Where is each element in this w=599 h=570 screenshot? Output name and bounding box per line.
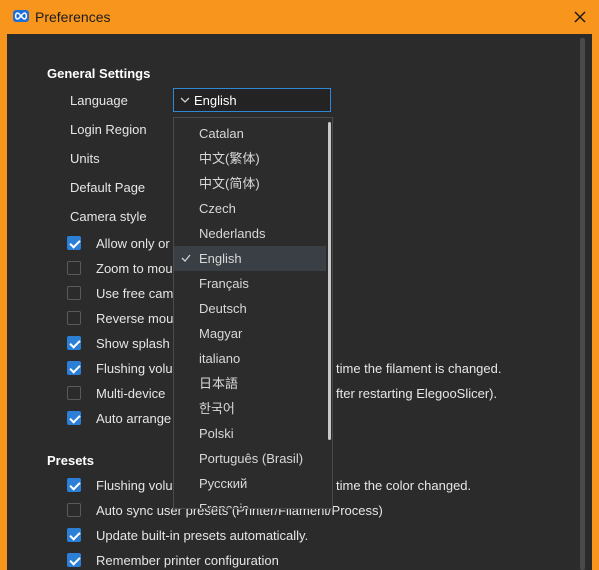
flushing-volume-color-label: Flushing volu xyxy=(96,478,173,493)
update-builtin-presets-label: Update built-in presets automatically. xyxy=(96,528,309,543)
dropdown-scrollbar-thumb[interactable] xyxy=(328,122,331,440)
checkmark-icon xyxy=(181,254,191,262)
default-page-label: Default Page xyxy=(70,180,146,195)
language-option-korean[interactable]: 한국어 xyxy=(174,396,326,421)
multi-device-label: Multi-device xyxy=(96,386,166,401)
chevron-down-icon xyxy=(180,97,190,103)
free-camera-checkbox[interactable] xyxy=(67,286,81,300)
close-icon xyxy=(574,11,586,23)
language-option-portuguese-brazil[interactable]: Português (Brasil) xyxy=(174,446,326,471)
language-option-german[interactable]: Deutsch xyxy=(174,296,326,321)
language-option-dutch[interactable]: Nederlands xyxy=(174,221,326,246)
window-frame-left xyxy=(0,34,7,570)
units-label: Units xyxy=(70,151,100,166)
language-option-english[interactable]: English xyxy=(174,246,326,271)
allow-only-label: Allow only or xyxy=(96,236,170,251)
language-option-russian[interactable]: Русский xyxy=(174,471,326,496)
language-option-czech[interactable]: Czech xyxy=(174,196,326,221)
reverse-mouse-checkbox[interactable] xyxy=(67,311,81,325)
zoom-to-mouse-checkbox[interactable] xyxy=(67,261,81,275)
free-camera-label: Use free cam xyxy=(96,286,174,301)
language-option-chinese-simplified[interactable]: 中文(简体) xyxy=(174,171,326,196)
remember-printer-config-checkbox[interactable] xyxy=(67,553,81,567)
language-option-chinese-traditional[interactable]: 中文(繁体) xyxy=(174,146,326,171)
auto-sync-presets-checkbox[interactable] xyxy=(67,503,81,517)
multi-device-label-tail: fter restarting ElegooSlicer). xyxy=(336,386,498,401)
language-option-english-label: English xyxy=(199,251,242,266)
reverse-mouse-label: Reverse mou xyxy=(96,311,174,326)
language-option-polish[interactable]: Polski xyxy=(174,421,326,446)
remember-printer-config-label: Remember printer configuration xyxy=(96,553,279,568)
zoom-to-mouse-label: Zoom to mou xyxy=(96,261,173,276)
update-builtin-presets-checkbox[interactable] xyxy=(67,528,81,542)
camera-style-label: Camera style xyxy=(70,209,147,224)
language-select-value: English xyxy=(194,93,237,108)
language-option-hungarian[interactable]: Magyar xyxy=(174,321,326,346)
flushing-volume-filament-label: Flushing volu xyxy=(96,361,173,376)
language-dropdown-list[interactable]: Catalan 中文(繁体) 中文(简体) Czech Nederlands E… xyxy=(173,117,333,509)
flushing-volume-filament-label-tail: time the filament is changed. xyxy=(336,361,502,376)
window-title: Preferences xyxy=(35,9,111,25)
login-region-label: Login Region xyxy=(70,122,147,137)
show-splash-checkbox[interactable] xyxy=(67,336,81,350)
language-option-french[interactable]: Français xyxy=(174,271,326,296)
window-frame-right xyxy=(592,34,599,570)
language-select[interactable]: English xyxy=(173,88,331,112)
language-option-japanese[interactable]: 日本語 xyxy=(174,371,326,396)
language-option-catalan[interactable]: Catalan xyxy=(174,121,326,146)
close-button[interactable] xyxy=(569,6,591,28)
flushing-volume-filament-checkbox[interactable] xyxy=(67,361,81,375)
show-splash-label: Show splash xyxy=(96,336,170,351)
allow-only-checkbox[interactable] xyxy=(67,236,81,250)
language-option-italian[interactable]: italiano xyxy=(174,346,326,371)
presets-heading: Presets xyxy=(47,453,94,468)
auto-arrange-checkbox[interactable] xyxy=(67,411,81,425)
general-settings-heading: General Settings xyxy=(47,66,151,81)
multi-device-checkbox[interactable] xyxy=(67,386,81,400)
title-bar: Preferences xyxy=(0,0,599,34)
language-option-partial[interactable]: Français xyxy=(174,496,326,508)
app-icon xyxy=(13,10,29,22)
scrollbar-thumb[interactable] xyxy=(580,38,585,570)
language-label: Language xyxy=(70,93,128,108)
flushing-volume-color-label-tail: time the color changed. xyxy=(336,478,472,493)
auto-arrange-label: Auto arrange xyxy=(96,411,172,426)
flushing-volume-color-checkbox[interactable] xyxy=(67,478,81,492)
